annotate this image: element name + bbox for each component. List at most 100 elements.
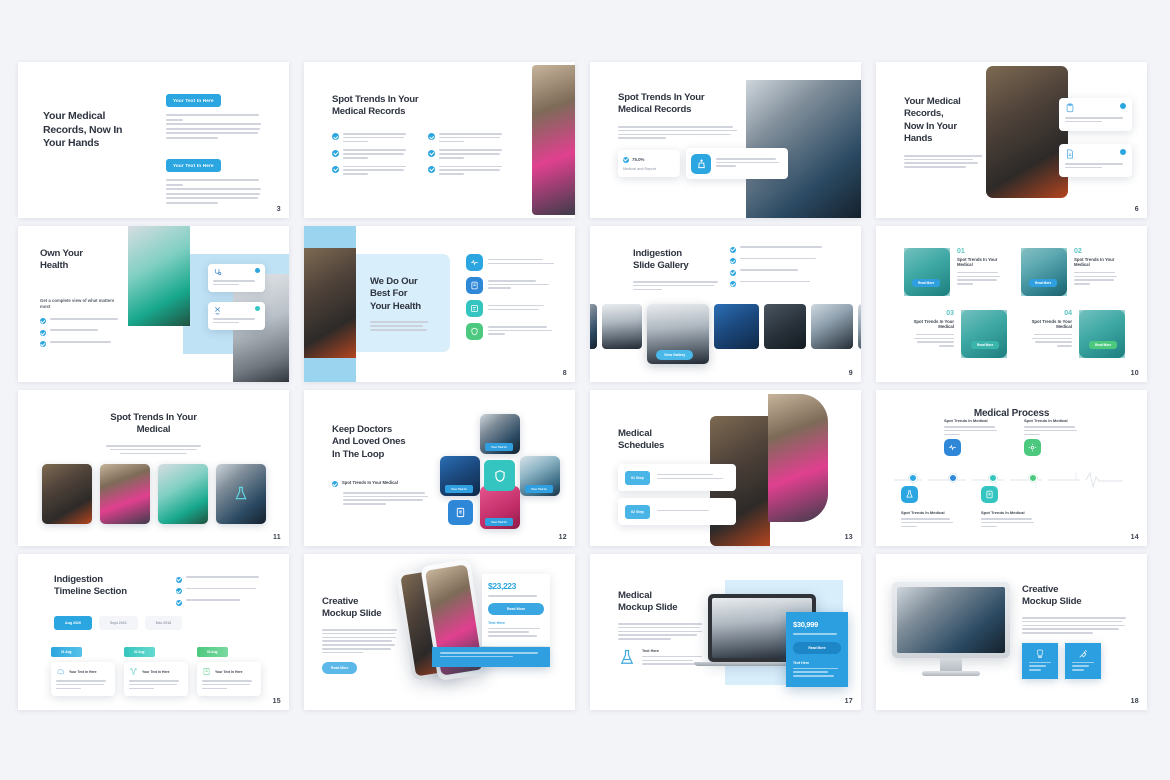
numbered-item-01[interactable]: Read More 01 Spot Trends In Your Medical bbox=[904, 248, 1005, 296]
slide-we-do-our-best-for-your-health[interactable]: We Do Our Best For Your Health 8 bbox=[304, 226, 575, 382]
gallery-thumb[interactable] bbox=[811, 304, 853, 349]
slide-indigestion-timeline-section[interactable]: Indigestion Timeline Section Aug 2020 Se… bbox=[18, 554, 289, 710]
check-icon bbox=[332, 133, 339, 141]
list-item[interactable] bbox=[730, 257, 840, 264]
stat-card[interactable]: 75.0% Medical and Report bbox=[618, 150, 680, 177]
read-more-button[interactable]: Read More bbox=[322, 662, 358, 675]
slide-spot-trends-gallery[interactable]: Spot Trends In Your Medical 11 bbox=[18, 390, 289, 546]
read-more-button[interactable]: Read More bbox=[1029, 279, 1058, 287]
bullet-dot-icon bbox=[1120, 103, 1126, 109]
gallery-thumb[interactable] bbox=[764, 304, 806, 349]
label-badge[interactable]: Your Text In Here bbox=[166, 159, 221, 172]
slide-your-medical-records-now-in-your-hands[interactable]: Your Medical Records, Now In Your Hands … bbox=[18, 62, 289, 218]
numbered-item-03[interactable]: 03 Spot Trends In Your Medical Read More bbox=[910, 310, 1007, 358]
timeline-marker-1[interactable] bbox=[909, 474, 917, 482]
info-card-2[interactable] bbox=[208, 302, 265, 330]
slide-spot-trends-stats[interactable]: Spot Trends In Your Medical Records 75.0… bbox=[590, 62, 861, 218]
tile-surgeon[interactable]: Your Text In bbox=[480, 414, 520, 454]
slide-numbered-medical-cards[interactable]: Read More 01 Spot Trends In Your Medical… bbox=[876, 226, 1147, 382]
slide-number: 8 bbox=[562, 370, 567, 377]
read-more-button[interactable]: Read More bbox=[971, 341, 1000, 349]
bullet-list bbox=[730, 246, 840, 292]
list-item[interactable] bbox=[176, 587, 271, 594]
view-gallery-button[interactable]: View Gallery bbox=[656, 350, 694, 360]
gallery-thumb[interactable] bbox=[858, 304, 861, 349]
tab-aug-2020[interactable]: Aug 2020 bbox=[54, 616, 92, 630]
read-more-button[interactable]: Read More bbox=[793, 641, 841, 654]
list-item[interactable] bbox=[176, 599, 271, 606]
gallery-thumb[interactable] bbox=[714, 304, 759, 349]
feature-block[interactable]: Text Here bbox=[618, 649, 706, 667]
slide-indigestion-slide-gallery[interactable]: Indigestion Slide Gallery View Gallery 9 bbox=[590, 226, 861, 382]
tile-doctor-mask[interactable]: Your Text In bbox=[520, 456, 560, 496]
timeline-step-2[interactable]: Spot Trends In Medical bbox=[944, 418, 1002, 457]
list-item[interactable] bbox=[40, 329, 124, 336]
feature-item[interactable] bbox=[466, 323, 566, 340]
timeline-marker-2[interactable] bbox=[949, 474, 957, 482]
body-copy bbox=[370, 321, 436, 331]
gallery-thumb-featured[interactable]: View Gallery bbox=[647, 304, 709, 364]
list-item[interactable] bbox=[332, 165, 412, 177]
slide-medical-schedules[interactable]: Medical Schedules 01 Step 02 Step 13 bbox=[590, 390, 861, 546]
slide-medical-process-timeline[interactable]: Medical Process Spot Trends In Medical S… bbox=[876, 390, 1147, 546]
numbered-item-02[interactable]: Read More 02 Spot Trends In Your Medical bbox=[1021, 248, 1122, 296]
info-card-1[interactable] bbox=[208, 264, 265, 292]
feature-item[interactable] bbox=[466, 300, 566, 317]
list-item[interactable] bbox=[428, 165, 508, 177]
list-item[interactable] bbox=[332, 132, 412, 144]
timeline-card-2[interactable]: 02 Aug Your Text In Here bbox=[124, 640, 188, 696]
list-item[interactable] bbox=[40, 317, 124, 325]
tab-sept-2021[interactable]: Sept 2021 bbox=[98, 616, 138, 630]
list-item[interactable] bbox=[730, 246, 840, 253]
schedule-row-2[interactable]: 02 Step bbox=[618, 498, 736, 525]
list-item[interactable] bbox=[176, 576, 271, 583]
slide-your-medical-records-cards[interactable]: Your Medical Records, Now In Your Hands bbox=[876, 62, 1147, 218]
slide-creative-mockup-phone[interactable]: Creative Mockup Slide Read More $23,223 … bbox=[304, 554, 575, 710]
label-badge[interactable]: Your Text In Here bbox=[166, 94, 221, 107]
tile-smiling-nurse[interactable]: Your Text In bbox=[480, 486, 520, 529]
gallery-image[interactable] bbox=[216, 464, 266, 524]
numbered-item-04[interactable]: 04 Spot Trends In Your Medical Read More bbox=[1028, 310, 1125, 358]
timeline-step-1[interactable]: Spot Trends In Medical bbox=[901, 486, 957, 529]
tile-operating-team[interactable]: Your Text In bbox=[440, 456, 480, 496]
gallery-image[interactable] bbox=[42, 464, 92, 524]
tile-caption[interactable]: Your Text In bbox=[525, 485, 553, 493]
tile-caption[interactable]: Your Text In bbox=[445, 485, 473, 493]
gallery-thumb[interactable] bbox=[590, 304, 597, 349]
list-item[interactable] bbox=[428, 149, 508, 160]
list-item[interactable] bbox=[428, 132, 508, 144]
slide-own-your-health[interactable]: Own Your Health Get a complete view of w… bbox=[18, 226, 289, 382]
slide-creative-mockup-desktop[interactable]: Creative Mockup Slide 18 bbox=[876, 554, 1147, 710]
gallery-image[interactable] bbox=[158, 464, 208, 524]
timeline-marker-3[interactable] bbox=[989, 474, 997, 482]
timeline-marker-4[interactable] bbox=[1029, 474, 1037, 482]
timeline-step-4[interactable]: Spot Trends In Medical bbox=[1024, 418, 1082, 457]
timeline-card-3[interactable]: 03 Aug Your Text In Here bbox=[197, 640, 261, 696]
slide-keep-doctors-in-the-loop[interactable]: Keep Doctors And Loved Ones In The Loop … bbox=[304, 390, 575, 546]
read-more-button[interactable]: Read More bbox=[912, 279, 941, 287]
feature-card[interactable] bbox=[686, 148, 788, 179]
feature-item[interactable] bbox=[466, 254, 566, 271]
tile-caption[interactable]: Your Text In bbox=[485, 443, 513, 451]
tile-caption[interactable]: Your Text In bbox=[485, 518, 513, 526]
feature-item[interactable] bbox=[466, 277, 566, 294]
info-card-1[interactable] bbox=[1059, 98, 1132, 131]
timeline-step-3[interactable]: Spot Trends In Medical bbox=[981, 486, 1039, 529]
gallery-image[interactable] bbox=[100, 464, 150, 524]
feature-tile-tooth[interactable] bbox=[1022, 642, 1058, 679]
timeline-card-1[interactable]: 01 Aug Your Text In Here bbox=[51, 640, 115, 696]
gallery-thumb[interactable] bbox=[602, 304, 642, 349]
list-item[interactable] bbox=[332, 149, 412, 160]
feature-tile-syringe[interactable] bbox=[1065, 642, 1101, 679]
list-item[interactable] bbox=[730, 269, 840, 276]
read-more-button[interactable]: Read More bbox=[488, 602, 544, 615]
tab-mar-2018[interactable]: Mar 2018 bbox=[144, 616, 183, 630]
list-item[interactable] bbox=[40, 340, 124, 348]
item-number: 01 bbox=[957, 248, 965, 255]
schedule-row-1[interactable]: 01 Step bbox=[618, 464, 736, 491]
info-card-2[interactable] bbox=[1059, 144, 1132, 177]
list-item[interactable] bbox=[730, 280, 840, 287]
slide-spot-trends-bullets[interactable]: Spot Trends In Your Medical Records bbox=[304, 62, 575, 218]
read-more-button[interactable]: Read More bbox=[1089, 341, 1118, 349]
slide-medical-mockup-laptop[interactable]: Medical Mockup Slide Text Here $30,999 R… bbox=[590, 554, 861, 710]
